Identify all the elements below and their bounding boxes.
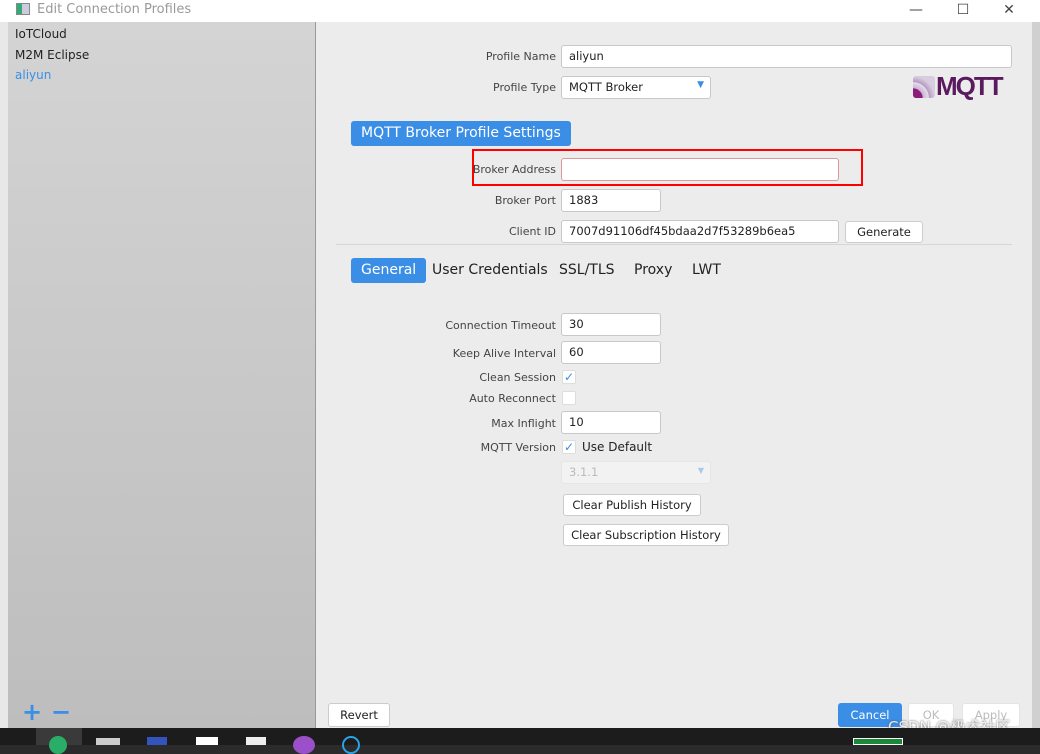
broker-port-label: Broker Port [494,194,556,207]
connection-timeout-input[interactable]: 30 [561,313,661,336]
use-default-label: Use Default [582,440,653,454]
keep-alive-label: Keep Alive Interval [452,347,556,360]
tab-general[interactable]: General [351,258,427,283]
profile-type-select[interactable]: MQTT Broker ▼ [561,76,711,99]
close-button[interactable]: ✕ [986,0,1032,22]
taskbar-active-app[interactable] [36,728,82,754]
auto-reconnect-checkbox[interactable] [562,391,576,405]
client-id-label: Client ID [508,225,556,238]
chevron-down-icon: ▼ [697,466,704,475]
profile-item-m2m-eclipse[interactable]: M2M Eclipse [15,48,89,62]
tab-ssl-tls[interactable]: SSL/TLS [559,258,615,283]
keep-alive-input[interactable]: 60 [561,341,661,364]
clean-session-checkbox[interactable]: ✓ [562,370,576,384]
taskbar-app-icon[interactable] [147,737,167,745]
divider [336,244,1012,245]
use-default-checkbox[interactable]: ✓ [562,440,576,454]
taskbar-app-icon[interactable] [293,736,315,754]
tab-user-credentials[interactable]: User Credentials [432,258,548,283]
broker-address-label: Broker Address [472,163,556,176]
background-strip [0,22,8,728]
add-profile-button[interactable]: + [22,698,42,726]
chevron-down-icon: ▼ [697,80,704,90]
max-inflight-label: Max Inflight [491,417,556,430]
mqtt-version-label: MQTT Version [480,441,556,454]
remove-profile-button[interactable]: − [51,698,71,726]
profile-name-label: Profile Name [485,50,556,63]
taskbar-app-icon[interactable] [246,737,266,745]
profile-type-value: MQTT Broker [569,80,643,94]
taskbar-app-icon[interactable] [196,737,218,745]
broker-port-input[interactable]: 1883 [561,189,661,212]
revert-button[interactable]: Revert [328,703,390,727]
clear-subscription-history-button[interactable]: Clear Subscription History [563,524,729,546]
clean-session-label: Clean Session [479,371,556,384]
tab-proxy[interactable]: Proxy [634,258,672,283]
clear-publish-history-button[interactable]: Clear Publish History [563,494,701,516]
taskbar [0,728,1040,754]
taskbar-app-icon[interactable] [342,736,360,754]
background-strip-right [1032,22,1040,728]
mqtt-version-value: 3.1.1 [569,465,599,479]
connection-timeout-label: Connection Timeout [445,319,556,332]
profile-item-aliyun[interactable]: aliyun [15,68,51,82]
profile-list: IoTCloud M2M Eclipse aliyun + − [8,22,316,728]
battery-icon [853,738,903,745]
profile-type-label: Profile Type [493,81,556,94]
minimize-button[interactable]: — [893,0,939,22]
client-id-input[interactable]: 7007d91106df45bdaa2d7f53289b6ea5 [561,220,839,243]
mqtt-logo: MQTT [913,71,1012,101]
max-inflight-input[interactable]: 10 [561,411,661,434]
window-title: Edit Connection Profiles [37,2,192,17]
app-icon [16,3,30,15]
generate-button[interactable]: Generate [845,221,923,243]
section-title: MQTT Broker Profile Settings [351,121,571,146]
taskbar-terminal-icon[interactable] [96,738,120,745]
broker-address-input[interactable] [561,158,839,181]
mqtt-version-select[interactable]: 3.1.1 ▼ [561,461,711,484]
maximize-button[interactable]: ☐ [940,0,986,22]
tab-lwt[interactable]: LWT [692,258,721,283]
profile-name-input[interactable]: aliyun [561,45,1012,68]
title-bar: Edit Connection Profiles — ☐ ✕ [0,0,1040,22]
profile-item-iotcloud[interactable]: IoTCloud [15,27,67,41]
auto-reconnect-label: Auto Reconnect [469,392,556,405]
